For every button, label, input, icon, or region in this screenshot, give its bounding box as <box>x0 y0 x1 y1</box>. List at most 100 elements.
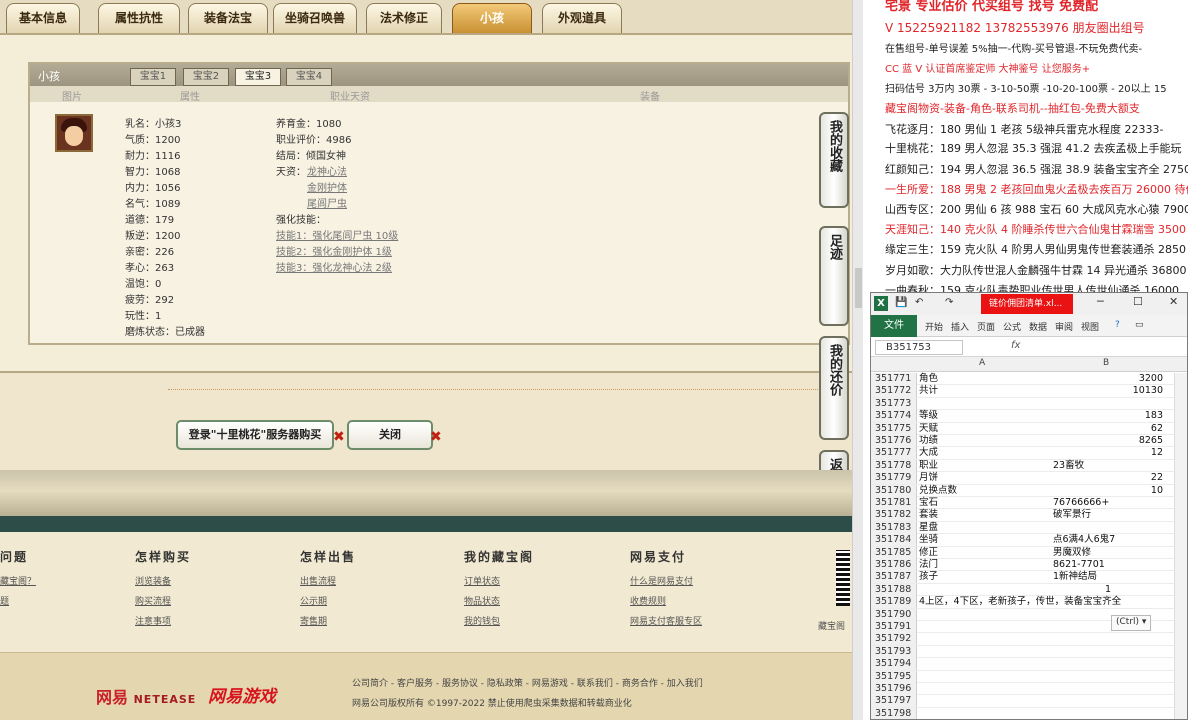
minimize-icon[interactable]: ─ <box>1097 295 1104 308</box>
row-number[interactable]: 351774 <box>871 410 917 423</box>
sheet-row[interactable]: 351788 1 <box>871 583 1187 597</box>
row-number[interactable]: 351771 <box>871 373 917 385</box>
skill-link-2[interactable]: 技能2：强化金刚护体 1级 <box>276 243 392 258</box>
cell-b[interactable]: 破军景行 <box>1053 509 1163 521</box>
cell-a[interactable]: 月饼 <box>919 472 938 484</box>
close-button[interactable]: 关闭 <box>347 420 433 450</box>
cell-a[interactable]: 宝石 <box>919 497 938 509</box>
row-number[interactable]: 351777 <box>871 447 917 460</box>
skill-link-1[interactable]: 技能1：强化尾闾尸虫 10级 <box>276 227 398 242</box>
row-number[interactable]: 351788 <box>871 583 917 596</box>
cell-b[interactable]: 8265 <box>1053 435 1163 447</box>
footer-link[interactable]: 题 <box>0 594 9 607</box>
ribbon-tab-view[interactable]: 视图 <box>1081 320 1099 333</box>
sheet-row[interactable]: 351796 <box>871 683 1187 696</box>
tab-attributes[interactable]: 属性抗性 <box>98 3 180 33</box>
sheet-row[interactable]: 351797 <box>871 695 1187 708</box>
cell-a[interactable]: 职业 <box>919 460 938 472</box>
row-number[interactable]: 351778 <box>871 459 917 472</box>
tab-equipment[interactable]: 装备法宝 <box>188 3 268 33</box>
cell-b[interactable]: 10130 <box>1053 385 1163 397</box>
footer-link[interactable]: 浏览装备 <box>135 574 171 587</box>
subtab-baby3[interactable]: 宝宝3 <box>235 68 281 86</box>
ribbon-tab-home[interactable]: 开始 <box>925 320 943 333</box>
cell-a[interactable]: 等级 <box>919 410 938 422</box>
save-icon[interactable]: 💾 <box>895 297 907 308</box>
row-number[interactable]: 351798 <box>871 707 917 719</box>
ribbon-minimize-icon[interactable]: ▭ <box>1135 320 1144 330</box>
sheet-row[interactable]: 351795 <box>871 670 1187 683</box>
row-number[interactable]: 351789 <box>871 596 917 609</box>
sheet-row[interactable]: 351771 角色 3200 <box>871 373 1187 386</box>
cell-b[interactable]: 3200 <box>1053 373 1163 385</box>
sheet-scrollbar[interactable] <box>1174 373 1187 719</box>
row-number[interactable]: 351781 <box>871 497 917 509</box>
close-icon[interactable]: ✕ <box>1169 295 1178 308</box>
footer-link[interactable]: 订单状态 <box>464 574 500 587</box>
row-number[interactable]: 351796 <box>871 683 917 695</box>
row-number[interactable]: 351790 <box>871 608 917 621</box>
footer-link[interactable]: 购买流程 <box>135 594 171 607</box>
tab-spells[interactable]: 法术修正 <box>366 3 442 33</box>
login-buy-button[interactable]: 登录"十里桃花"服务器购买 <box>176 420 334 450</box>
ribbon-tab-review[interactable]: 审阅 <box>1055 320 1073 333</box>
cell-b[interactable]: 183 <box>1053 410 1163 422</box>
row-number[interactable]: 351779 <box>871 472 917 485</box>
cell-b[interactable]: 12 <box>1053 447 1163 459</box>
sheet-row[interactable]: 351786 法门 8621-7701 <box>871 559 1187 572</box>
sheet-row[interactable]: 351780 兑换点数 10 <box>871 484 1187 497</box>
cell-b[interactable]: 23畜牧 <box>1053 460 1163 472</box>
talent-link-1[interactable]: 龙神心法 <box>307 163 347 178</box>
cell-a[interactable]: 天赋 <box>919 423 938 435</box>
my-counteroffer-button[interactable]: 我的还价 <box>819 336 849 440</box>
column-header-b[interactable]: B <box>1103 358 1109 368</box>
tab-mounts[interactable]: 坐骑召唤兽 <box>273 3 357 33</box>
cell-b[interactable]: 76766666+ <box>1053 497 1163 509</box>
footer-link[interactable]: 藏宝阁？ <box>0 574 36 587</box>
subtab-baby4[interactable]: 宝宝4 <box>286 68 332 86</box>
cell-b[interactable]: 22 <box>1053 472 1163 484</box>
footer-link[interactable]: 寄售期 <box>300 614 327 627</box>
sheet-row[interactable]: 351774 等级 183 <box>871 410 1187 423</box>
row-number[interactable]: 351792 <box>871 633 917 646</box>
sheet-row[interactable]: 351776 功绩 8265 <box>871 435 1187 448</box>
row-number[interactable]: 351775 <box>871 422 917 435</box>
footer-link[interactable]: 什么是网易支付 <box>630 574 693 587</box>
footprint-button[interactable]: 足迹 <box>819 226 849 326</box>
sheet-row[interactable]: 351772 共计 10130 <box>871 385 1187 398</box>
talent-link-3[interactable]: 尾闾尸虫 <box>307 195 347 210</box>
sheet-row[interactable]: 351789 4上区，4下区，老新孩子，传世，装备宝宝齐全 <box>871 596 1187 609</box>
row-number[interactable]: 351782 <box>871 509 917 522</box>
scrollbar-thumb[interactable] <box>855 268 862 308</box>
sheet-row[interactable]: 351778 职业 23畜牧 <box>871 459 1187 473</box>
sheet-row[interactable]: 351798 <box>871 707 1187 719</box>
row-number[interactable]: 351793 <box>871 645 917 658</box>
my-favorites-button[interactable]: 我的收藏 <box>819 112 849 208</box>
row-number[interactable]: 351794 <box>871 658 917 671</box>
sheet-row[interactable]: 351785 修正 男魔双修 <box>871 546 1187 559</box>
row-number[interactable]: 351797 <box>871 695 917 708</box>
tab-child[interactable]: 小孩 <box>452 3 532 33</box>
row-number[interactable]: 351783 <box>871 521 917 534</box>
sheet-row[interactable]: 351792 <box>871 633 1187 646</box>
row-number[interactable]: 351786 <box>871 559 917 571</box>
sheet-row[interactable]: 351794 <box>871 658 1187 671</box>
footer-link[interactable]: 网易支付客服专区 <box>630 614 702 627</box>
ribbon-tab-insert[interactable]: 插入 <box>951 320 969 333</box>
subtab-baby1[interactable]: 宝宝1 <box>130 68 176 86</box>
cell-a[interactable]: 4上区，4下区，老新孩子，传世，装备宝宝齐全 <box>919 596 1121 608</box>
cell-a[interactable]: 星盘 <box>919 522 938 534</box>
sheet-row[interactable]: 351777 大成 12 <box>871 447 1187 460</box>
row-number[interactable]: 351787 <box>871 571 917 584</box>
cell-b[interactable]: 1新神结局 <box>1053 571 1163 583</box>
footer-link[interactable]: 出售流程 <box>300 574 336 587</box>
cell-a[interactable]: 孩子 <box>919 571 938 583</box>
talent-link-2[interactable]: 金刚护体 <box>307 179 347 194</box>
row-number[interactable]: 351773 <box>871 397 917 410</box>
ribbon-tab-layout[interactable]: 页面 <box>977 320 995 333</box>
sheet-row[interactable]: 351784 坐骑 点6满4人6鬼7 <box>871 534 1187 547</box>
legal-links[interactable]: 公司简介 - 客户服务 - 服务协议 - 隐私政策 - 网易游戏 - 联系我们 … <box>352 676 703 689</box>
maximize-icon[interactable]: ☐ <box>1133 295 1143 308</box>
cell-a[interactable]: 共计 <box>919 385 938 397</box>
cell-b[interactable]: 62 <box>1053 423 1163 435</box>
